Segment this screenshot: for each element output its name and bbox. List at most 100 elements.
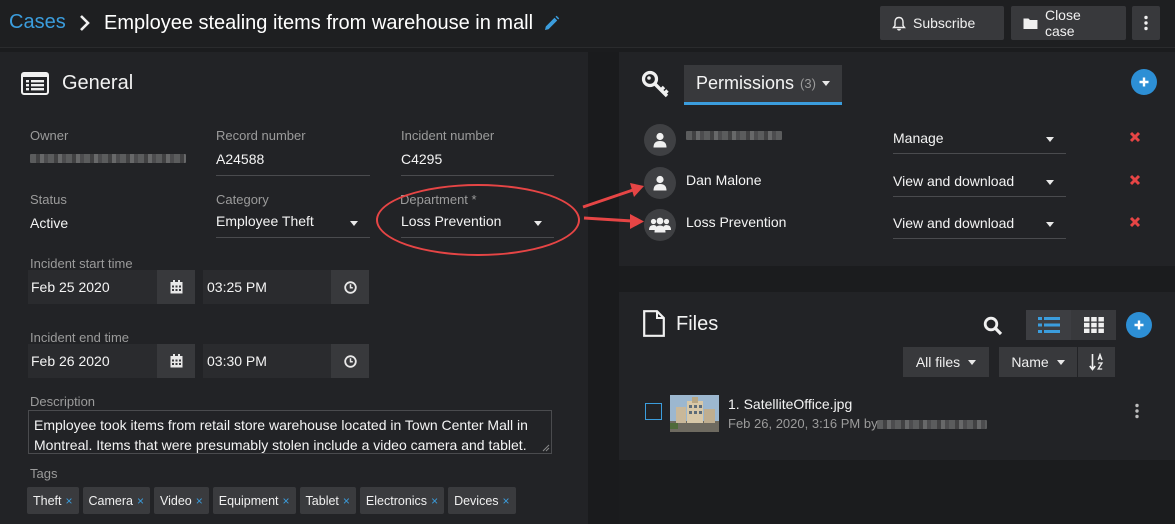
- tags-list: Theft × Camera × Video × Equipment × Tablet ×…: [27, 487, 516, 514]
- tag-chip[interactable]: Equipment ×: [212, 487, 296, 514]
- tag-remove-icon[interactable]: ×: [343, 494, 350, 508]
- end-time-field[interactable]: 03:30 PM: [203, 344, 331, 378]
- permission-access-select[interactable]: View and download: [893, 167, 1066, 197]
- remove-permission-icon[interactable]: [1129, 174, 1141, 186]
- sort-ascending-icon: [1088, 353, 1103, 371]
- group-icon: [649, 217, 671, 233]
- end-date-picker-button[interactable]: [157, 344, 195, 378]
- start-time-value: 03:25 PM: [207, 279, 267, 295]
- permissions-count: (3): [800, 76, 816, 91]
- tag-remove-icon[interactable]: ×: [431, 494, 438, 508]
- remove-permission-icon[interactable]: [1129, 131, 1141, 143]
- category-value: Employee Theft: [216, 213, 314, 229]
- start-time-field[interactable]: 03:25 PM: [203, 270, 331, 304]
- incident-number-label: Incident number: [401, 128, 495, 143]
- permission-access-select[interactable]: Manage: [893, 124, 1066, 154]
- search-icon[interactable]: [983, 316, 1003, 336]
- top-bar: Cases Employee stealing items from wareh…: [0, 0, 1175, 48]
- permission-user-name: Dan Malone: [686, 172, 762, 188]
- annotation-ellipse: [376, 184, 580, 256]
- tag-chip[interactable]: Devices ×: [448, 487, 516, 514]
- user-avatar: [644, 124, 676, 156]
- pencil-icon[interactable]: [543, 15, 560, 32]
- tag-label: Equipment: [218, 493, 279, 508]
- end-date-field[interactable]: Feb 26 2020: [28, 344, 157, 378]
- annotation-arrows: [582, 183, 644, 229]
- files-title: Files: [676, 313, 719, 335]
- permission-access-value: Manage: [893, 130, 944, 146]
- start-date-picker-button[interactable]: [157, 270, 195, 304]
- subscribe-button[interactable]: Subscribe: [880, 6, 1004, 40]
- start-date-value: Feb 25 2020: [31, 279, 110, 295]
- folder-icon: [1023, 18, 1038, 29]
- plus-icon: [1134, 320, 1144, 330]
- end-time-picker-button[interactable]: [331, 344, 369, 378]
- permission-access-select[interactable]: View and download: [893, 209, 1066, 239]
- add-file-button[interactable]: [1126, 312, 1152, 338]
- sort-field-label: Name: [1011, 354, 1049, 370]
- close-case-button[interactable]: Close case: [1011, 6, 1126, 40]
- tags-label: Tags: [30, 466, 58, 481]
- incident-number-underline: [401, 175, 554, 176]
- file-options-icon[interactable]: [1135, 403, 1139, 419]
- case-title: Employee stealing items from warehouse i…: [104, 12, 534, 34]
- permissions-tab-label: Permissions: [696, 73, 795, 93]
- clock-icon: [343, 354, 357, 368]
- permission-access-value: View and download: [893, 215, 1015, 231]
- add-permission-button[interactable]: [1131, 69, 1157, 95]
- tag-remove-icon[interactable]: ×: [283, 494, 290, 508]
- record-number-underline: [216, 175, 370, 176]
- tag-chip[interactable]: Video ×: [154, 487, 209, 514]
- grid-view-button[interactable]: [1071, 310, 1116, 340]
- remove-permission-icon[interactable]: [1129, 216, 1141, 228]
- sort-direction-button[interactable]: [1078, 347, 1115, 377]
- start-date-field[interactable]: Feb 25 2020: [28, 270, 157, 304]
- close-case-label: Close case: [1044, 7, 1081, 39]
- file-filter-label: All files: [915, 354, 961, 370]
- start-time-picker-button[interactable]: [331, 270, 369, 304]
- description-textarea[interactable]: Employee took items from retail store wa…: [28, 410, 552, 454]
- chevron-right-icon: [80, 15, 90, 31]
- file-name[interactable]: 1. SatelliteOffice.jpg: [728, 396, 852, 412]
- tag-chip[interactable]: Tablet ×: [299, 487, 356, 514]
- tag-remove-icon[interactable]: ×: [137, 494, 144, 508]
- file-filter-dropdown[interactable]: All files: [903, 347, 989, 377]
- permission-user-redacted: [686, 131, 782, 140]
- sort-field-dropdown[interactable]: Name: [999, 347, 1077, 377]
- tag-remove-icon[interactable]: ×: [66, 494, 73, 508]
- status-value: Active: [30, 215, 69, 231]
- list-view-button[interactable]: [1026, 310, 1071, 340]
- incident-end-label: Incident end time: [30, 330, 130, 345]
- tag-remove-icon[interactable]: ×: [503, 494, 510, 508]
- file-thumbnail-image[interactable]: [670, 395, 719, 432]
- resize-handle-icon[interactable]: [542, 444, 550, 452]
- view-toggle: [1026, 310, 1116, 340]
- tag-chip[interactable]: Theft ×: [27, 487, 79, 514]
- tag-chip[interactable]: Camera ×: [82, 487, 150, 514]
- permissions-tab[interactable]: Permissions (3): [684, 65, 842, 105]
- caret-down-icon: [1046, 180, 1054, 185]
- list-card-icon: [21, 72, 49, 95]
- tag-label: Electronics: [365, 493, 428, 508]
- user-icon: [653, 132, 667, 148]
- more-options-button[interactable]: [1132, 6, 1160, 40]
- category-select[interactable]: Employee Theft: [216, 209, 370, 238]
- caret-down-icon: [1046, 222, 1054, 227]
- description-label: Description: [30, 394, 96, 409]
- owner-value-redacted: [30, 154, 186, 163]
- file-select-checkbox[interactable]: [645, 403, 662, 420]
- description-line-1: Employee took items from retail store wa…: [34, 417, 528, 433]
- tag-remove-icon[interactable]: ×: [196, 494, 203, 508]
- record-number-value[interactable]: A24588: [216, 151, 264, 167]
- clock-icon: [343, 280, 357, 294]
- bell-icon: [892, 16, 906, 31]
- status-label: Status: [30, 192, 67, 207]
- file-uploader-redacted: [877, 420, 987, 429]
- key-icon: [641, 70, 669, 98]
- caret-down-icon: [821, 81, 830, 86]
- tag-chip[interactable]: Electronics ×: [359, 487, 445, 514]
- vertical-dots-icon: [1144, 15, 1148, 31]
- breadcrumb-cases-link[interactable]: Cases: [9, 11, 66, 34]
- file-meta: Feb 26, 2020, 3:16 PM by: [728, 416, 878, 431]
- incident-number-value[interactable]: C4295: [401, 151, 442, 167]
